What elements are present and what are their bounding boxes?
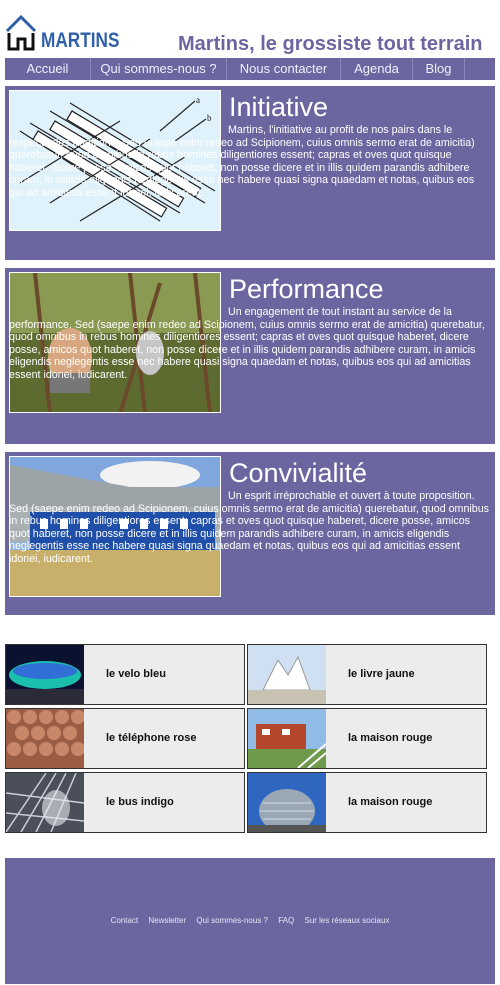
card-le-velo-bleu[interactable]: le velo bleu xyxy=(5,644,245,705)
card-le-livre-jaune[interactable]: le livre jaune xyxy=(247,644,487,705)
section-text: Martins, l'initiative au profit de nos p… xyxy=(9,124,475,199)
nav-item-qui-sommes-nous[interactable]: Qui sommes-nous ? xyxy=(91,58,227,80)
label-b: b xyxy=(207,113,212,123)
white-building-photo-icon xyxy=(248,645,326,704)
footer-link-newsletter[interactable]: Newsletter xyxy=(148,916,186,925)
footer: Contact Newsletter Qui sommes-nous ? FAQ… xyxy=(5,858,495,984)
card-label: le velo bleu xyxy=(106,668,166,680)
section-title: Initiative xyxy=(229,92,329,122)
card-la-maison-rouge[interactable]: la maison rouge xyxy=(247,708,487,769)
nav-item-nous-contacter[interactable]: Nous contacter xyxy=(227,58,341,80)
header: MARTINS Martins, le grossiste tout terra… xyxy=(0,0,500,58)
section-title: Performance xyxy=(229,274,384,304)
brick-house-photo-icon xyxy=(248,709,326,768)
card-label: le bus indigo xyxy=(106,796,174,808)
card-label: la maison rouge xyxy=(348,796,433,808)
footer-link-faq[interactable]: FAQ xyxy=(278,916,294,925)
card-label: le téléphone rose xyxy=(106,732,197,744)
footer-link-social[interactable]: Sur les réseaux sociaux xyxy=(304,916,389,925)
card-label: la maison rouge xyxy=(348,732,433,744)
card-la-maison-rouge-2[interactable]: la maison rouge xyxy=(247,772,487,833)
card-label: le livre jaune xyxy=(348,668,415,680)
nav-item-accueil[interactable]: Accueil xyxy=(5,58,91,80)
site-logo[interactable]: MARTINS xyxy=(5,13,119,53)
footer-link-qui-sommes-nous[interactable]: Qui sommes-nous ? xyxy=(196,916,268,925)
site-title: Martins, le grossiste tout terrain xyxy=(178,33,483,55)
footer-links: Contact Newsletter Qui sommes-nous ? FAQ… xyxy=(5,916,495,925)
card-le-telephone-rose[interactable]: le téléphone rose xyxy=(5,708,245,769)
glass-dome-photo-icon xyxy=(248,773,326,832)
roof-tiles-photo-icon xyxy=(6,709,84,768)
stadium-night-photo-icon xyxy=(6,645,84,704)
steel-structure-photo-icon xyxy=(6,773,84,832)
section-text: Un engagement de tout instant au service… xyxy=(9,306,485,381)
main-nav: Accueil Qui sommes-nous ? Nous contacter… xyxy=(5,58,495,80)
section-performance: Performance Un engagement de tout instan… xyxy=(5,268,495,444)
section-convivialite: Convivialité Un esprit irréprochable et … xyxy=(5,452,495,615)
footer-link-contact[interactable]: Contact xyxy=(111,916,139,925)
nav-item-blog[interactable]: Blog xyxy=(413,58,465,80)
section-text: Un esprit irréprochable et ouvert à tout… xyxy=(9,490,490,565)
card-le-bus-indigo[interactable]: le bus indigo xyxy=(5,772,245,833)
label-a: a xyxy=(196,95,200,105)
logo-text: MARTINS xyxy=(41,29,120,52)
nav-item-agenda[interactable]: Agenda xyxy=(341,58,413,80)
section-title: Convivialité xyxy=(229,458,368,488)
house-logo-icon xyxy=(5,14,37,51)
section-initiative: a b Initiative Martins, l'initiative au … xyxy=(5,86,495,260)
